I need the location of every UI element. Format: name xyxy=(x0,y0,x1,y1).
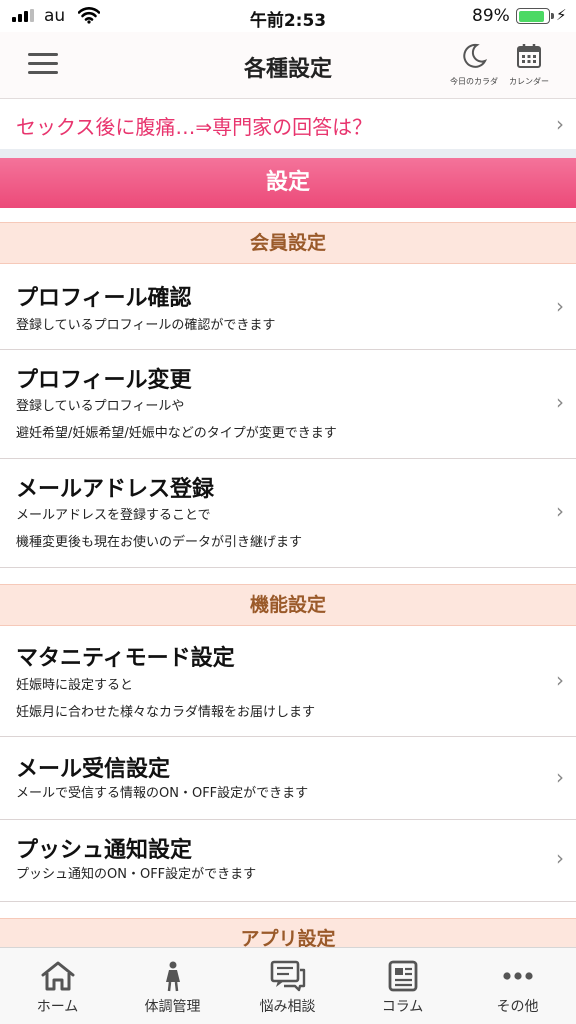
app-header: 各種設定 今日のカラダ カレンダー xyxy=(0,32,576,99)
tab-label: その他 xyxy=(496,999,539,1015)
row-title: メール受信設定 xyxy=(16,757,171,782)
row-description: プッシュ通知のON・OFF設定ができます xyxy=(16,867,257,882)
chevron-right-icon: › xyxy=(556,112,564,136)
mail-receive-row[interactable]: メール受信設定 メールで受信する情報のON・OFF設定ができます › xyxy=(0,737,576,820)
woman-figure-icon xyxy=(165,961,180,992)
banner-text: セックス後に腹痛…⇒専門家の回答は？ xyxy=(16,115,373,139)
more-dots-icon xyxy=(502,972,533,980)
charging-bolt-icon: ⚡ xyxy=(556,6,567,24)
tab-label: 悩み相談 xyxy=(259,999,316,1015)
tab-label: ホーム xyxy=(36,999,79,1015)
chevron-right-icon: › xyxy=(556,390,564,414)
row-title: メールアドレス登録 xyxy=(16,477,215,502)
crescent-moon-icon xyxy=(463,43,488,68)
calendar-button[interactable]: カレンダー xyxy=(504,42,554,87)
spacer xyxy=(0,208,576,222)
email-register-row[interactable]: メールアドレス登録 メールアドレスを登録することで 機種変更後も現在お使いのデー… xyxy=(0,459,576,568)
row-description-line2: 避妊希望/妊娠希望/妊娠中などのタイプが変更できます xyxy=(16,426,337,441)
chevron-right-icon: › xyxy=(556,499,564,523)
battery-percent: 89% xyxy=(472,6,510,26)
row-title: プロフィール変更 xyxy=(16,368,192,393)
tab-health[interactable]: 体調管理 xyxy=(115,948,230,1024)
row-title: プロフィール確認 xyxy=(16,286,192,311)
row-description-line1: メールアドレスを登録することで xyxy=(16,508,211,523)
profile-edit-row[interactable]: プロフィール変更 登録しているプロフィールや 避妊希望/妊娠希望/妊娠中などのタ… xyxy=(0,350,576,459)
spacer xyxy=(0,902,576,918)
tab-consult[interactable]: 悩み相談 xyxy=(230,948,345,1024)
row-description: 登録しているプロフィールの確認ができます xyxy=(16,318,276,333)
tab-label: 体調管理 xyxy=(144,999,201,1015)
member-settings-header: 会員設定 xyxy=(0,222,576,264)
divider xyxy=(0,149,576,158)
tab-home[interactable]: ホーム xyxy=(0,948,115,1024)
profile-check-row[interactable]: プロフィール確認 登録しているプロフィールの確認ができます › xyxy=(0,264,576,350)
row-title: マタニティモード設定 xyxy=(16,646,235,671)
calendar-label: カレンダー xyxy=(509,77,549,86)
row-description: メールで受信する情報のON・OFF設定ができます xyxy=(16,786,309,801)
maternity-mode-row[interactable]: マタニティモード設定 妊娠時に設定すると 妊娠月に合わせた様々なカラダ情報をお届… xyxy=(0,626,576,737)
tab-other[interactable]: その他 xyxy=(460,948,575,1024)
status-bar: au 午前2:53 89% ⚡ xyxy=(0,0,576,32)
chevron-right-icon: › xyxy=(556,668,564,692)
article-banner-link[interactable]: セックス後に腹痛…⇒専門家の回答は？ › xyxy=(0,99,576,149)
article-icon xyxy=(388,960,417,992)
row-description-line2: 機種変更後も現在お使いのデータが引き継げます xyxy=(16,535,303,550)
chat-bubbles-icon xyxy=(270,960,305,992)
row-description-line1: 登録しているプロフィールや xyxy=(16,399,185,414)
row-description-line2: 妊娠月に合わせた様々なカラダ情報をお届けします xyxy=(16,705,316,720)
spacer xyxy=(0,568,576,584)
today-body-label: 今日のカラダ xyxy=(450,77,498,86)
battery-icon xyxy=(516,8,554,24)
push-notification-row[interactable]: プッシュ通知設定 プッシュ通知のON・OFF設定ができます › xyxy=(0,820,576,902)
chevron-right-icon: › xyxy=(556,846,564,870)
home-icon xyxy=(41,961,74,991)
today-body-button[interactable]: 今日のカラダ xyxy=(449,42,499,87)
function-settings-header: 機能設定 xyxy=(0,584,576,626)
chevron-right-icon: › xyxy=(556,765,564,789)
tab-label: コラム xyxy=(381,999,424,1015)
settings-section-title: 設定 xyxy=(0,158,576,208)
row-description-line1: 妊娠時に設定すると xyxy=(16,678,134,693)
bottom-tab-bar: ホーム 体調管理 悩み相談 コラム その他 xyxy=(0,947,576,1024)
calendar-icon xyxy=(517,44,541,68)
tab-column[interactable]: コラム xyxy=(345,948,460,1024)
chevron-right-icon: › xyxy=(556,294,564,318)
row-title: プッシュ通知設定 xyxy=(16,838,193,863)
